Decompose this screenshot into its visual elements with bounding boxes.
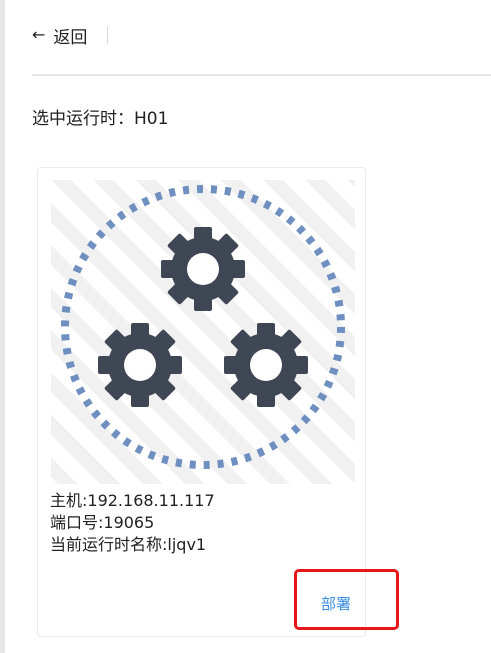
page-header: ← 返回 [32,20,109,50]
back-label: 返回 [53,27,88,48]
port-text: 端口号:19065 [50,513,155,532]
gears-icon [51,180,355,484]
back-button[interactable]: ← 返回 [32,23,87,48]
runtime-name-text: 当前运行时名称:ljqv1 [50,535,207,554]
left-edge-strip [0,0,5,653]
runtime-info: 主机:192.168.11.117 端口号:19065 当前运行时名称:ljqv… [50,490,215,556]
selected-runtime-label: 选中运行时：H01 [32,109,169,129]
host-text: 主机:192.168.11.117 [50,491,215,510]
back-arrow-icon: ← [32,25,46,44]
header-separator [107,26,109,44]
header-divider [32,74,491,76]
deploy-highlight-box [294,569,399,630]
runtime-card: 主机:192.168.11.117 端口号:19065 当前运行时名称:ljqv… [37,167,366,637]
